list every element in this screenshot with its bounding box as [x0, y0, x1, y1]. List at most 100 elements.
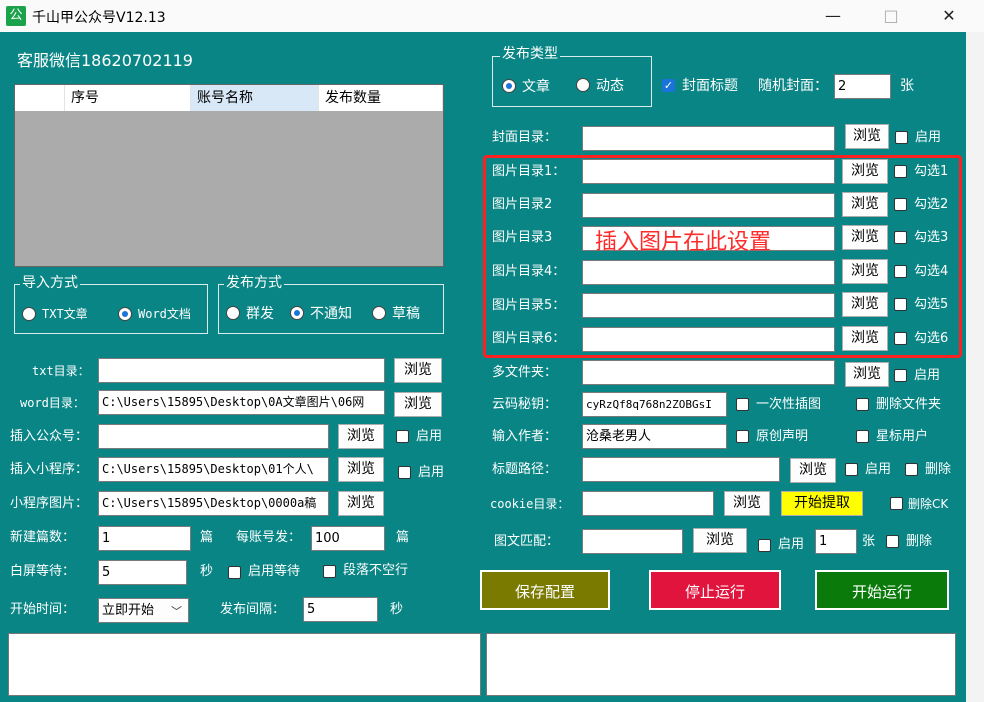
maximize-button[interactable]: □ — [868, 2, 914, 30]
save-config-button[interactable]: 保存配置 — [480, 570, 610, 610]
grid-header-account-name[interactable]: 账号名称 — [191, 85, 319, 111]
start-time-select[interactable]: 立即开始 ﹀ — [98, 598, 189, 623]
insert-account-input[interactable] — [98, 424, 329, 449]
insert-miniprogram-enable-checkbox[interactable] — [398, 466, 411, 479]
multi-folder-enable-label: 启用 — [914, 368, 941, 383]
multi-folder-browse-button[interactable]: 浏览 — [845, 362, 889, 387]
cover-dir-browse-button[interactable]: 浏览 — [845, 124, 889, 149]
close-button[interactable]: ✕ — [926, 2, 972, 30]
cover-dir-enable-checkbox[interactable] — [895, 131, 908, 144]
cloud-key-input[interactable]: cyRzQf8q768n2ZOBGsI — [582, 392, 727, 417]
radio-word-doc[interactable] — [118, 307, 132, 321]
radio-moment[interactable] — [576, 78, 590, 92]
radio-article[interactable] — [502, 79, 516, 93]
cover-dir-label: 封面目录： — [492, 130, 558, 145]
grid-header: 序号 账号名称 发布数量 — [15, 85, 443, 111]
new-count-unit: 篇 — [200, 530, 214, 545]
random-cover-unit: 张 — [900, 78, 914, 94]
white-wait-unit: 秒 — [200, 564, 214, 579]
title-path-enable-checkbox[interactable] — [845, 463, 858, 476]
radio-txt-article-label: TXT文章 — [42, 307, 88, 321]
image-match-browse-button[interactable]: 浏览 — [693, 528, 747, 553]
radio-draft-label: 草稿 — [392, 306, 420, 322]
interval-label: 发布间隔： — [220, 602, 286, 617]
radio-no-notify[interactable] — [290, 306, 304, 320]
no-blank-paragraph-checkbox[interactable] — [323, 565, 336, 578]
image-settings-highlight-box — [483, 155, 962, 358]
word-dir-input[interactable]: C:\Users\15895\Desktop\0A文章图片\06网 — [98, 390, 385, 415]
insert-miniprogram-input[interactable]: C:\Users\15895\Desktop\01个人\ — [98, 457, 329, 482]
miniprogram-image-label: 小程序图片： — [10, 496, 89, 511]
cloud-key-label: 云码秘钥： — [492, 397, 558, 412]
insert-account-browse-button[interactable]: 浏览 — [338, 424, 384, 449]
title-path-delete-label: 删除 — [925, 462, 952, 477]
cookie-dir-browse-button[interactable]: 浏览 — [724, 491, 770, 516]
grid-header-blank — [15, 85, 65, 111]
grid-header-publish-count[interactable]: 发布数量 — [319, 85, 443, 111]
import-method-title: 导入方式 — [20, 275, 80, 291]
delete-folder-checkbox[interactable] — [856, 398, 869, 411]
image-match-count-input[interactable]: 1 — [815, 529, 857, 554]
one-time-insert-checkbox[interactable] — [736, 398, 749, 411]
title-path-enable-label: 启用 — [865, 462, 892, 477]
image-match-enable-checkbox[interactable] — [758, 539, 771, 552]
start-time-label: 开始时间： — [10, 602, 76, 617]
image-match-input[interactable] — [582, 529, 683, 554]
start-run-button[interactable]: 开始运行 — [815, 570, 949, 610]
right-log-area[interactable] — [486, 633, 956, 696]
radio-draft[interactable] — [372, 306, 386, 320]
miniprogram-image-input[interactable]: C:\Users\15895\Desktop\0000a稿 — [98, 491, 329, 516]
new-count-input[interactable]: 1 — [98, 526, 191, 551]
original-statement-checkbox[interactable] — [736, 430, 749, 443]
author-label: 输入作者： — [492, 429, 558, 444]
white-wait-input[interactable]: 5 — [98, 560, 187, 585]
cookie-dir-label: cookie目录： — [490, 497, 570, 511]
multi-folder-enable-checkbox[interactable] — [894, 369, 907, 382]
multi-folder-input[interactable] — [582, 360, 835, 385]
chevron-down-icon: ﹀ — [171, 605, 182, 618]
txt-dir-label: txt目录： — [32, 364, 90, 378]
cookie-dir-input[interactable] — [582, 491, 714, 516]
radio-mass-send[interactable] — [226, 306, 240, 320]
insert-miniprogram-browse-button[interactable]: 浏览 — [338, 457, 384, 482]
title-path-browse-button[interactable]: 浏览 — [790, 458, 836, 483]
service-contact-label: 客服微信18620702119 — [17, 51, 193, 70]
delete-ck-label: 删除CK — [908, 497, 949, 511]
stop-run-button[interactable]: 停止运行 — [649, 570, 781, 610]
word-dir-browse-button[interactable]: 浏览 — [394, 392, 442, 417]
title-path-label: 标题路径： — [492, 462, 558, 477]
star-user-checkbox[interactable] — [856, 430, 869, 443]
minimize-button[interactable]: — — [810, 2, 856, 30]
insert-miniprogram-enable-label: 启用 — [418, 465, 445, 480]
author-input[interactable]: 沧桑老男人 — [582, 424, 727, 449]
radio-article-label: 文章 — [522, 79, 550, 95]
title-path-input[interactable] — [582, 457, 780, 482]
insert-account-enable-checkbox[interactable] — [396, 430, 409, 443]
left-log-area[interactable] — [8, 633, 481, 696]
per-account-input[interactable]: 100 — [311, 526, 385, 551]
multi-folder-label: 多文件夹： — [492, 365, 558, 380]
radio-txt-article[interactable] — [22, 307, 36, 321]
cover-dir-input[interactable] — [582, 126, 835, 151]
start-extract-button[interactable]: 开始提取 — [781, 491, 863, 516]
image-match-count-unit: 张 — [862, 534, 876, 549]
radio-moment-label: 动态 — [596, 78, 624, 94]
per-account-unit: 篇 — [396, 530, 410, 545]
txt-dir-browse-button[interactable]: 浏览 — [394, 358, 442, 383]
insert-account-label: 插入公众号： — [10, 429, 89, 444]
account-grid[interactable]: 序号 账号名称 发布数量 — [14, 84, 444, 267]
grid-header-index[interactable]: 序号 — [65, 85, 191, 111]
miniprogram-image-browse-button[interactable]: 浏览 — [338, 491, 384, 516]
random-cover-input[interactable]: 2 — [834, 74, 891, 99]
delete-ck-checkbox[interactable] — [890, 497, 903, 510]
txt-dir-input[interactable] — [98, 358, 385, 383]
publish-type-title: 发布类型 — [500, 46, 560, 62]
enable-wait-checkbox[interactable] — [228, 566, 241, 579]
title-path-delete-checkbox[interactable] — [905, 463, 918, 476]
interval-input[interactable]: 5 — [303, 597, 378, 622]
image-match-delete-checkbox[interactable] — [886, 535, 899, 548]
cover-title-label: 封面标题 — [682, 78, 738, 94]
image-settings-hint: 插入图片在此设置 — [595, 230, 772, 255]
no-blank-paragraph-label: 段落不空行 — [343, 563, 409, 578]
cover-title-checkbox[interactable]: ✓ — [662, 79, 675, 92]
